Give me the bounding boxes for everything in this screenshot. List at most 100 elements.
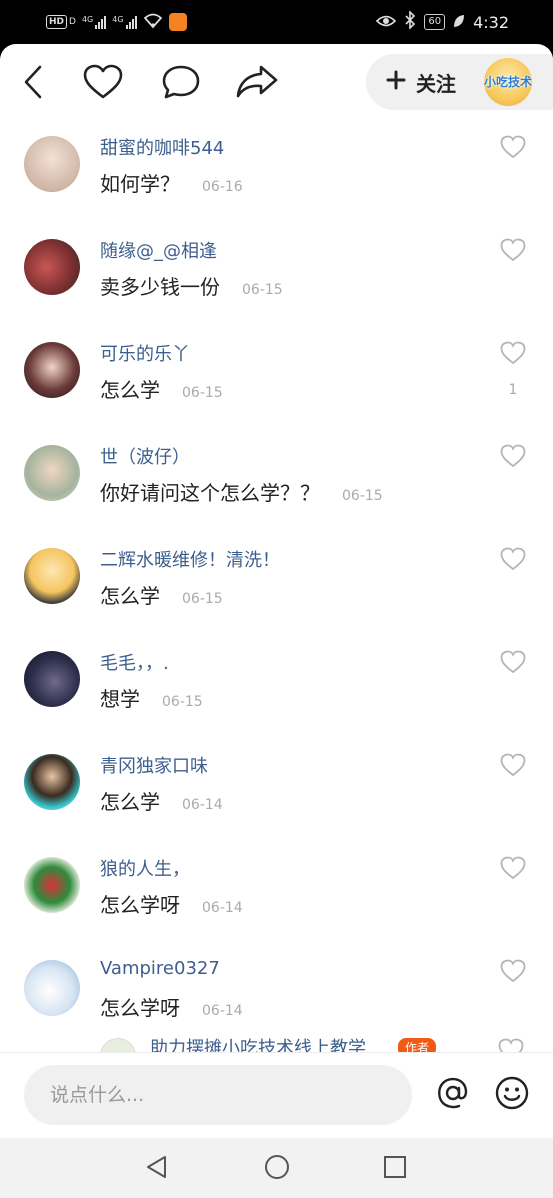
comment-username[interactable]: Vampire0327 <box>100 958 220 979</box>
signal-icon: 4G <box>82 15 107 29</box>
emoji-icon <box>495 1076 529 1114</box>
comment-date: 06-15 <box>162 694 203 710</box>
heart-icon <box>83 64 123 104</box>
nav-home-button[interactable] <box>262 1154 292 1184</box>
avatar[interactable] <box>24 445 80 501</box>
avatar[interactable] <box>24 239 80 295</box>
comments-sheet: 关注 小吃技术 甜蜜的咖啡544 如何学？ 06-16 随缘@_@相逢 卖多少钱… <box>0 44 553 1198</box>
comment-item[interactable]: 二辉水暖维修！清洗！ 怎么学 06-15 <box>0 536 553 639</box>
comment-like-button[interactable] <box>498 752 528 782</box>
comment-username[interactable]: 狼的人生， <box>100 855 190 881</box>
comment-like-button[interactable] <box>498 546 528 576</box>
mention-button[interactable] <box>435 1077 471 1113</box>
comment-like-button[interactable] <box>498 340 528 370</box>
comment-date: 06-15 <box>342 488 383 504</box>
account-avatar-text: 小吃技术 <box>484 75 532 89</box>
comment-username[interactable]: 青冈独家口味 <box>100 752 208 778</box>
comment-username[interactable]: 随缘@_@相逢 <box>100 237 217 263</box>
comment-like-button[interactable] <box>498 237 528 267</box>
avatar[interactable] <box>24 136 80 192</box>
heart-icon <box>500 856 526 884</box>
comment-username[interactable]: 可乐的乐丫 <box>100 340 190 366</box>
comment-date: 06-14 <box>202 900 243 916</box>
comment-body: 你好请问这个怎么学？？ 06-15 <box>100 477 383 506</box>
status-right: 60 4:32 <box>376 10 509 34</box>
comment-username[interactable]: 世（波仔） <box>100 443 190 469</box>
comment-like-button[interactable] <box>498 855 528 885</box>
comment-like-button[interactable] <box>498 443 528 473</box>
avatar[interactable] <box>24 548 80 604</box>
comment-item[interactable]: 狼的人生， 怎么学呀 06-14 <box>0 845 553 948</box>
status-bar: HD D 4G 4G 60 4:32 <box>0 0 553 44</box>
comment-date: 06-14 <box>182 797 223 813</box>
heart-icon <box>500 135 526 163</box>
sim-label: D <box>69 17 76 27</box>
avatar[interactable] <box>24 857 80 913</box>
like-button[interactable] <box>80 62 126 106</box>
reply-username[interactable]: 助力摆摊小吃技术线上教学 <box>150 1034 366 1052</box>
comment-item[interactable]: 青冈独家口味 怎么学 06-14 <box>0 742 553 845</box>
comment-text: 你好请问这个怎么学？？ <box>100 481 320 505</box>
heart-icon <box>500 959 526 987</box>
comment-username[interactable]: 二辉水暖维修！清洗！ <box>100 546 280 572</box>
heart-icon <box>500 238 526 266</box>
comment-username[interactable]: 甜蜜的咖啡544 <box>100 134 224 160</box>
comment-item[interactable]: 世（波仔） 你好请问这个怎么学？？ 06-15 <box>0 433 553 536</box>
comment-text: 怎么学呀 <box>100 893 180 917</box>
comment-date: 06-15 <box>182 385 223 401</box>
comment-date: 06-15 <box>242 282 283 298</box>
comment-input-container[interactable] <box>24 1065 412 1125</box>
author-reply[interactable]: 助力摆摊小吃技术线上教学 作者 <box>0 1030 553 1052</box>
avatar[interactable] <box>24 651 80 707</box>
follow-label: 关注 <box>416 71 456 96</box>
toolbar: 关注 小吃技术 <box>0 44 553 124</box>
comment-like-button[interactable] <box>498 649 528 679</box>
author-badge: 作者 <box>398 1038 437 1052</box>
comment-body: 怎么学呀 06-14 <box>100 889 243 918</box>
at-icon <box>436 1076 470 1114</box>
comment-body: 怎么学 06-15 <box>100 580 223 609</box>
plus-icon <box>386 70 406 94</box>
like-count: 1 <box>508 382 518 398</box>
share-icon <box>235 64 279 104</box>
comment-like-button[interactable] <box>498 1038 524 1052</box>
back-button[interactable] <box>10 62 56 106</box>
comment-date: 06-15 <box>182 591 223 607</box>
back-icon <box>22 65 44 103</box>
comment-body: 怎么学呀 06-14 <box>100 992 243 1021</box>
emoji-button[interactable] <box>494 1076 530 1114</box>
comment-username[interactable]: 毛毛，，. <box>100 649 169 675</box>
comment-like-button[interactable] <box>498 958 528 988</box>
signal-icon-2: 4G <box>112 15 137 29</box>
avatar[interactable] <box>100 1038 136 1052</box>
comment-input-bar <box>0 1052 553 1138</box>
comment-input[interactable] <box>50 1084 390 1106</box>
avatar[interactable] <box>24 754 80 810</box>
avatar[interactable] <box>24 960 80 1016</box>
comment-like-button[interactable] <box>498 134 528 164</box>
avatar[interactable] <box>24 342 80 398</box>
comment-item[interactable]: 随缘@_@相逢 卖多少钱一份 06-15 <box>0 227 553 330</box>
comment-date: 06-16 <box>202 179 243 195</box>
heart-icon <box>500 547 526 575</box>
nav-back-icon <box>144 1154 170 1184</box>
eye-icon <box>376 13 397 32</box>
share-button[interactable] <box>234 62 280 106</box>
comment-item[interactable]: 毛毛，，. 想学 06-15 <box>0 639 553 742</box>
status-left: HD D 4G 4G <box>46 10 187 34</box>
nav-back-button[interactable] <box>142 1154 172 1184</box>
comment-text: 怎么学 <box>100 378 160 402</box>
comment-item[interactable]: 甜蜜的咖啡544 如何学？ 06-16 <box>0 124 553 227</box>
follow-button[interactable]: 关注 <box>386 66 456 98</box>
comment-text: 想学 <box>100 687 140 711</box>
comment-item[interactable]: 可乐的乐丫 怎么学 06-15 1 <box>0 330 553 433</box>
comment-icon <box>161 64 201 104</box>
comment-button[interactable] <box>158 62 204 106</box>
nav-recents-icon <box>382 1154 408 1184</box>
account-avatar[interactable]: 小吃技术 <box>484 58 532 106</box>
comment-body: 卖多少钱一份 06-15 <box>100 271 283 300</box>
nav-recents-button[interactable] <box>380 1154 410 1184</box>
comment-text: 怎么学 <box>100 584 160 608</box>
heart-icon <box>500 341 526 369</box>
hd-badge: HD <box>46 15 68 29</box>
